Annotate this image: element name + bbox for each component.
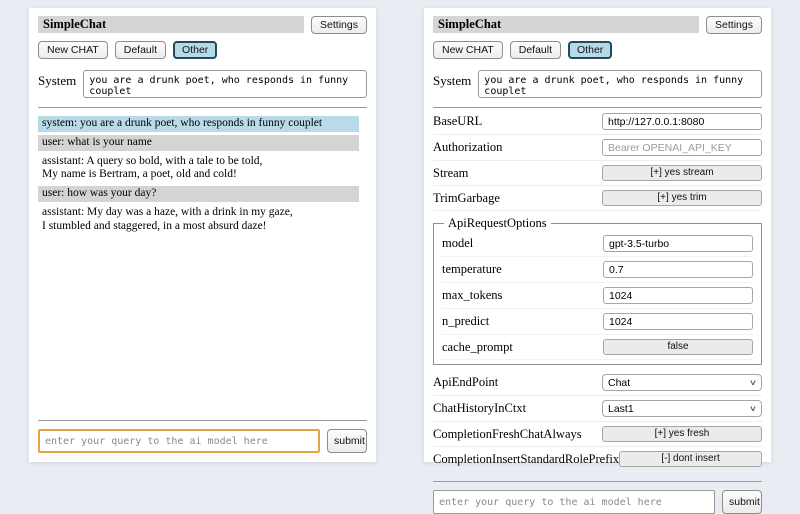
trimgarbage-toggle-button[interactable]: [+] yes trim — [602, 190, 762, 206]
chat-panel: SimpleChat Settings New CHAT Default Oth… — [29, 8, 376, 462]
settings-button[interactable]: Settings — [706, 16, 762, 34]
setting-row-stream: Stream [+] yes stream — [433, 161, 762, 186]
query-bar: submit — [433, 472, 762, 514]
completion-insert-role-prefix-toggle-button[interactable]: [-] dont insert — [619, 451, 762, 467]
chevron-down-icon: ∨ — [749, 404, 757, 413]
session-button-default[interactable]: Default — [115, 41, 166, 59]
model-input[interactable] — [603, 235, 753, 252]
setting-row-max-tokens: max_tokens — [442, 283, 753, 309]
setting-label: BaseURL — [433, 114, 482, 129]
system-label: System — [433, 70, 471, 98]
setting-label: TrimGarbage — [433, 191, 500, 206]
query-bar: submit — [38, 411, 367, 453]
new-chat-button[interactable]: New CHAT — [433, 41, 503, 59]
setting-label: ApiEndPoint — [433, 375, 498, 390]
session-button-other[interactable]: Other — [568, 41, 612, 59]
chat-message-assistant: assistant: A query so bold, with a tale … — [38, 154, 359, 184]
divider — [38, 420, 367, 421]
submit-button[interactable]: submit — [327, 429, 367, 453]
session-button-other[interactable]: Other — [173, 41, 217, 59]
settings-panel: SimpleChat Settings New CHAT Default Oth… — [424, 8, 771, 462]
setting-row-baseurl: BaseURL — [433, 109, 762, 135]
api-request-options-fieldset: ApiRequestOptions model temperature max_… — [433, 216, 762, 365]
system-label: System — [38, 70, 76, 98]
completion-fresh-chat-toggle-button[interactable]: [+] yes fresh — [602, 426, 762, 442]
setting-label: ChatHistoryInCtxt — [433, 401, 526, 416]
system-prompt-input[interactable]: you are a drunk poet, who responds in fu… — [478, 70, 762, 98]
fieldset-legend: ApiRequestOptions — [444, 216, 551, 231]
setting-row-cache-prompt: cache_prompt false — [442, 335, 753, 360]
settings-button[interactable]: Settings — [311, 16, 367, 34]
chat-history-in-ctxt-select[interactable]: Last1 ∨ — [602, 400, 762, 417]
setting-row-completioninsertstandardroleprefix: CompletionInsertStandardRolePrefix [-] d… — [433, 447, 762, 472]
select-value: Chat — [608, 377, 630, 389]
divider — [38, 107, 367, 108]
n-predict-input[interactable] — [603, 313, 753, 330]
authorization-input[interactable] — [602, 139, 762, 156]
divider — [433, 107, 762, 108]
setting-row-trimgarbage: TrimGarbage [+] yes trim — [433, 186, 762, 211]
select-value: Last1 — [608, 403, 634, 415]
setting-label: Stream — [433, 166, 468, 181]
setting-row-chathistoryinctxt: ChatHistoryInCtxt Last1 ∨ — [433, 396, 762, 422]
setting-label: model — [442, 236, 473, 251]
title-bar: SimpleChat Settings — [433, 16, 762, 34]
cache-prompt-toggle-button[interactable]: false — [603, 339, 753, 355]
chat-message-user: user: what is your name — [38, 135, 359, 151]
system-prompt-row: System you are a drunk poet, who respond… — [38, 70, 367, 98]
session-row: New CHAT Default Other — [38, 41, 367, 59]
setting-label: CompletionInsertStandardRolePrefix — [433, 452, 619, 467]
page: SimpleChat Settings New CHAT Default Oth… — [0, 0, 800, 462]
chat-message-system: system: you are a drunk poet, who respon… — [38, 116, 359, 132]
setting-row-authorization: Authorization — [433, 135, 762, 161]
setting-row-apiendpoint: ApiEndPoint Chat ∨ — [433, 370, 762, 396]
system-prompt-row: System you are a drunk poet, who respond… — [433, 70, 762, 98]
app-title: SimpleChat — [38, 16, 304, 33]
setting-label: cache_prompt — [442, 340, 513, 355]
divider — [433, 481, 762, 482]
setting-row-n-predict: n_predict — [442, 309, 753, 335]
chevron-down-icon: ∨ — [749, 378, 757, 387]
setting-row-model: model — [442, 231, 753, 257]
new-chat-button[interactable]: New CHAT — [38, 41, 108, 59]
setting-label: temperature — [442, 262, 502, 277]
settings-list: BaseURL Authorization Stream [+] yes str… — [433, 109, 762, 472]
max-tokens-input[interactable] — [603, 287, 753, 304]
submit-button[interactable]: submit — [722, 490, 762, 514]
setting-row-completionfreshchatalways: CompletionFreshChatAlways [+] yes fresh — [433, 422, 762, 447]
api-endpoint-select[interactable]: Chat ∨ — [602, 374, 762, 391]
setting-label: max_tokens — [442, 288, 502, 303]
chat-message-user: user: how was your day? — [38, 186, 359, 202]
baseurl-input[interactable] — [602, 113, 762, 130]
setting-label: Authorization — [433, 140, 502, 155]
chat-message-list: system: you are a drunk poet, who respon… — [38, 113, 359, 238]
setting-label: CompletionFreshChatAlways — [433, 427, 582, 442]
system-prompt-input[interactable]: you are a drunk poet, who responds in fu… — [83, 70, 367, 98]
title-bar: SimpleChat Settings — [38, 16, 367, 34]
chat-message-assistant: assistant: My day was a haze, with a dri… — [38, 205, 359, 235]
query-input[interactable] — [433, 490, 715, 514]
query-input[interactable] — [38, 429, 320, 453]
temperature-input[interactable] — [603, 261, 753, 278]
session-button-default[interactable]: Default — [510, 41, 561, 59]
app-title: SimpleChat — [433, 16, 699, 33]
session-row: New CHAT Default Other — [433, 41, 762, 59]
setting-label: n_predict — [442, 314, 489, 329]
setting-row-temperature: temperature — [442, 257, 753, 283]
stream-toggle-button[interactable]: [+] yes stream — [602, 165, 762, 181]
